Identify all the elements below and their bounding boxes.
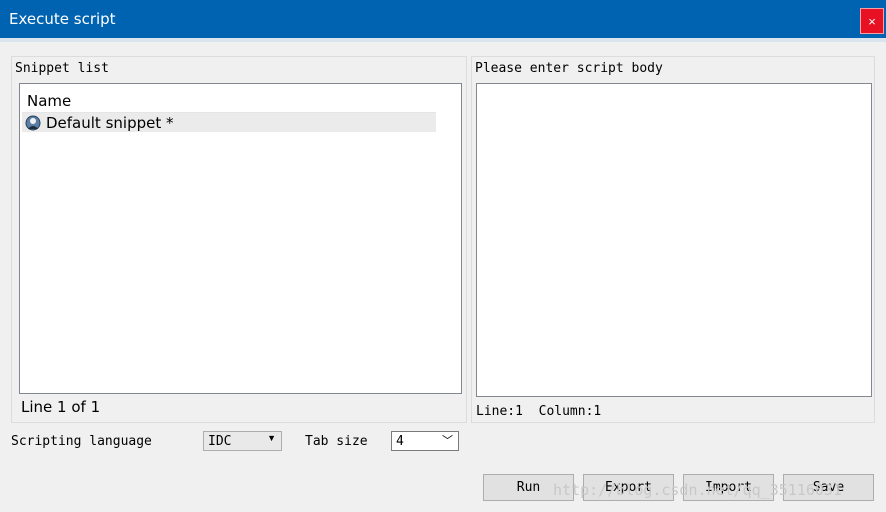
dropdown-arrow-icon: ▼ <box>267 433 276 443</box>
title-bar-divider <box>0 38 886 42</box>
export-button[interactable]: Export <box>583 474 674 501</box>
snippet-list-label: Snippet list <box>15 61 109 76</box>
window-title: Execute script <box>9 10 116 28</box>
tab-size-select[interactable]: 4 ﹀ <box>391 431 459 451</box>
close-icon: × <box>868 14 876 29</box>
close-button[interactable]: × <box>860 8 884 34</box>
snippet-list-item[interactable]: Default snippet * <box>22 113 436 132</box>
snippet-listbox[interactable]: Name Default snippet * <box>19 83 462 394</box>
script-body-label: Please enter script body <box>475 61 663 76</box>
script-editor[interactable] <box>476 83 872 397</box>
cursor-position-status: Line:1 Column:1 <box>476 404 602 419</box>
scripting-language-select[interactable]: IDC ▼ <box>203 431 282 451</box>
column-header-name[interactable]: Name <box>22 86 436 113</box>
save-button[interactable]: Save <box>783 474 874 501</box>
snippet-line-status: Line 1 of 1 <box>21 398 101 416</box>
chevron-down-icon: ﹀ <box>442 435 453 447</box>
scripting-language-label: Scripting language <box>11 434 152 449</box>
run-button[interactable]: Run <box>483 474 574 501</box>
title-bar: Execute script × <box>0 0 886 38</box>
tab-size-label: Tab size <box>305 434 368 449</box>
import-button[interactable]: Import <box>683 474 774 501</box>
snippet-item-label: Default snippet * <box>46 114 174 132</box>
snippet-icon <box>25 115 41 131</box>
